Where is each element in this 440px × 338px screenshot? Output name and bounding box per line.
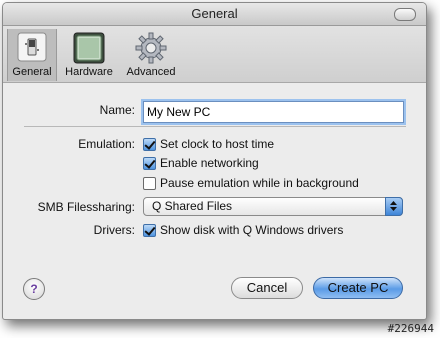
smb-filesharing-label: SMB Filessharing: <box>37 200 135 214</box>
name-label: Name: <box>99 103 135 117</box>
cancel-button[interactable]: Cancel <box>231 277 303 299</box>
enable-networking-checkbox[interactable] <box>143 157 156 170</box>
enable-networking-label: Enable networking <box>160 156 259 170</box>
toolbar-toggle-button[interactable] <box>394 8 416 21</box>
tab-hardware[interactable]: Hardware <box>59 29 119 81</box>
create-pc-button[interactable]: Create PC <box>313 277 403 299</box>
tab-advanced-label: Advanced <box>126 66 176 78</box>
name-field[interactable] <box>143 101 404 123</box>
tab-hardware-label: Hardware <box>65 66 113 78</box>
option-show-disk-drivers[interactable]: Show disk with Q Windows drivers <box>143 223 403 239</box>
option-enable-networking[interactable]: Enable networking <box>143 156 403 172</box>
set-clock-label: Set clock to host time <box>160 137 275 151</box>
pause-emulation-checkbox[interactable] <box>143 177 156 190</box>
show-disk-drivers-checkbox[interactable] <box>143 224 156 237</box>
title-bar: General <box>3 3 426 26</box>
show-disk-drivers-label: Show disk with Q Windows drivers <box>160 223 344 237</box>
hardware-icon <box>73 32 105 64</box>
tab-general[interactable]: General <box>7 29 57 81</box>
updown-arrows-icon <box>385 197 403 216</box>
tab-advanced[interactable]: Advanced <box>121 29 181 81</box>
tab-general-label: General <box>12 66 52 78</box>
switch-icon <box>17 32 47 62</box>
option-set-clock[interactable]: Set clock to host time <box>143 137 403 153</box>
preferences-window: General General Hardware Advanced Name: … <box>2 2 427 320</box>
watermark-text: #226944 <box>387 322 434 335</box>
separator <box>24 126 406 127</box>
emulation-label: Emulation: <box>78 137 135 151</box>
drivers-label: Drivers: <box>93 223 135 237</box>
window-title: General <box>191 6 238 21</box>
pause-emulation-label: Pause emulation while in background <box>160 176 359 190</box>
smb-filesharing-select[interactable]: Q Shared Files <box>143 197 403 216</box>
set-clock-checkbox[interactable] <box>143 138 156 151</box>
gear-icon <box>135 32 167 64</box>
option-pause-emulation[interactable]: Pause emulation while in background <box>143 176 403 192</box>
help-button[interactable]: ? <box>23 278 45 300</box>
smb-filesharing-value: Q Shared Files <box>152 199 233 213</box>
general-pane: Name: Emulation: Set clock to host time … <box>3 83 426 319</box>
toolbar: General Hardware Advanced <box>3 26 426 83</box>
